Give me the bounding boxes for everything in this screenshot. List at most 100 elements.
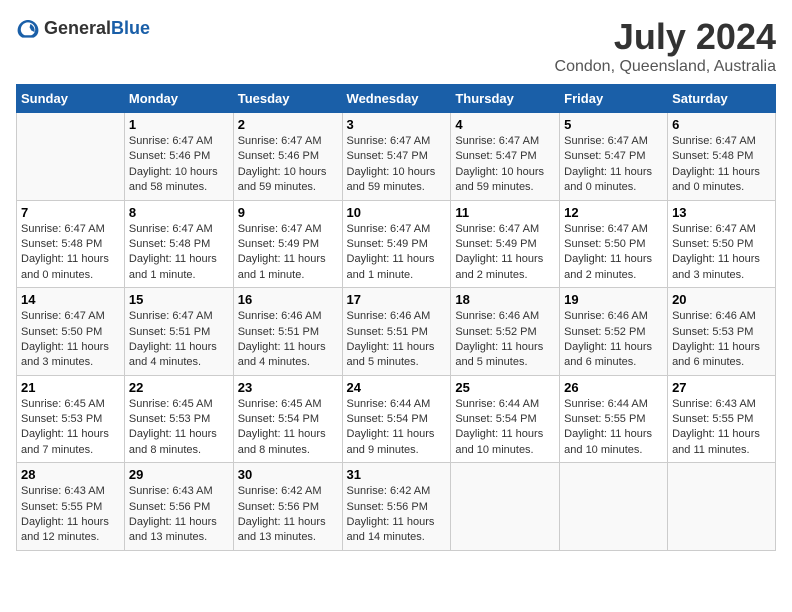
day-info: Sunrise: 6:47 AMSunset: 5:49 PMDaylight:… xyxy=(455,222,555,284)
logo-icon xyxy=(16,16,40,40)
calendar-day-cell: 21Sunrise: 6:45 AMSunset: 5:53 PMDayligh… xyxy=(17,375,125,463)
day-number: 21 xyxy=(21,380,120,395)
day-info: Sunrise: 6:47 AMSunset: 5:47 PMDaylight:… xyxy=(347,134,447,196)
day-info: Sunrise: 6:43 AMSunset: 5:56 PMDaylight:… xyxy=(129,484,229,546)
subtitle: Condon, Queensland, Australia xyxy=(555,58,776,76)
day-info: Sunrise: 6:47 AMSunset: 5:51 PMDaylight:… xyxy=(129,309,229,371)
calendar-day-cell: 22Sunrise: 6:45 AMSunset: 5:53 PMDayligh… xyxy=(124,375,233,463)
day-info: Sunrise: 6:47 AMSunset: 5:49 PMDaylight:… xyxy=(347,222,447,284)
day-number: 7 xyxy=(21,205,120,220)
calendar-day-cell: 31 Sunrise: 6:42 AMSunset: 5:56 PMDayligh… xyxy=(342,463,451,551)
day-info: Sunrise: 6:42 AMSunset: 5:56 PMDaylight:… xyxy=(347,484,447,546)
calendar-week-row: 21Sunrise: 6:45 AMSunset: 5:53 PMDayligh… xyxy=(17,375,776,463)
day-number: 3 xyxy=(347,117,447,132)
calendar-day-cell xyxy=(451,463,560,551)
day-info: Sunrise: 6:44 AMSunset: 5:54 PMDaylight:… xyxy=(347,397,447,459)
day-number: 24 xyxy=(347,380,447,395)
day-number: 26 xyxy=(564,380,663,395)
calendar-day-cell: 26 Sunrise: 6:44 AMSunset: 5:55 PMDayligh… xyxy=(560,375,668,463)
page-header: GeneralBlue July 2024 Condon, Queensland… xyxy=(16,16,776,76)
calendar-day-cell: 16 Sunrise: 6:46 AMSunset: 5:51 PMDayligh… xyxy=(233,288,342,376)
calendar-day-cell: 18 Sunrise: 6:46 AMSunset: 5:52 PMDayligh… xyxy=(451,288,560,376)
day-number: 9 xyxy=(238,205,338,220)
day-info: Sunrise: 6:47 AMSunset: 5:50 PMDaylight:… xyxy=(21,309,120,371)
weekday-header-cell: Thursday xyxy=(451,85,560,113)
day-info: Sunrise: 6:47 AMSunset: 5:46 PMDaylight:… xyxy=(238,134,338,196)
weekday-header-cell: Sunday xyxy=(17,85,125,113)
day-info: Sunrise: 6:47 AMSunset: 5:48 PMDaylight:… xyxy=(21,222,120,284)
calendar-day-cell: 17 Sunrise: 6:46 AMSunset: 5:51 PMDayligh… xyxy=(342,288,451,376)
day-number: 27 xyxy=(672,380,771,395)
day-info: Sunrise: 6:46 AMSunset: 5:51 PMDaylight:… xyxy=(347,309,447,371)
calendar-day-cell: 24 Sunrise: 6:44 AMSunset: 5:54 PMDayligh… xyxy=(342,375,451,463)
calendar-day-cell: 6 Sunrise: 6:47 AMSunset: 5:48 PMDaylight… xyxy=(668,113,776,201)
day-number: 20 xyxy=(672,292,771,307)
calendar-day-cell: 8 Sunrise: 6:47 AMSunset: 5:48 PMDaylight… xyxy=(124,200,233,288)
calendar-day-cell xyxy=(668,463,776,551)
day-number: 23 xyxy=(238,380,338,395)
calendar-day-cell: 29 Sunrise: 6:43 AMSunset: 5:56 PMDayligh… xyxy=(124,463,233,551)
day-info: Sunrise: 6:42 AMSunset: 5:56 PMDaylight:… xyxy=(238,484,338,546)
day-info: Sunrise: 6:47 AMSunset: 5:47 PMDaylight:… xyxy=(455,134,555,196)
calendar-day-cell: 10 Sunrise: 6:47 AMSunset: 5:49 PMDayligh… xyxy=(342,200,451,288)
day-info: Sunrise: 6:47 AMSunset: 5:48 PMDaylight:… xyxy=(672,134,771,196)
calendar-day-cell: 3 Sunrise: 6:47 AMSunset: 5:47 PMDaylight… xyxy=(342,113,451,201)
calendar-day-cell: 30 Sunrise: 6:42 AMSunset: 5:56 PMDayligh… xyxy=(233,463,342,551)
day-number: 16 xyxy=(238,292,338,307)
day-info: Sunrise: 6:47 AMSunset: 5:46 PMDaylight:… xyxy=(129,134,229,196)
day-number: 6 xyxy=(672,117,771,132)
calendar-day-cell xyxy=(17,113,125,201)
day-number: 8 xyxy=(129,205,229,220)
day-info: Sunrise: 6:44 AMSunset: 5:55 PMDaylight:… xyxy=(564,397,663,459)
calendar-day-cell: 12 Sunrise: 6:47 AMSunset: 5:50 PMDayligh… xyxy=(560,200,668,288)
calendar-body: 1 Sunrise: 6:47 AMSunset: 5:46 PMDaylight… xyxy=(17,113,776,551)
day-number: 30 xyxy=(238,467,338,482)
day-number: 13 xyxy=(672,205,771,220)
calendar-day-cell: 5 Sunrise: 6:47 AMSunset: 5:47 PMDaylight… xyxy=(560,113,668,201)
calendar-week-row: 7 Sunrise: 6:47 AMSunset: 5:48 PMDaylight… xyxy=(17,200,776,288)
day-number: 19 xyxy=(564,292,663,307)
calendar-day-cell: 27Sunrise: 6:43 AMSunset: 5:55 PMDayligh… xyxy=(668,375,776,463)
day-info: Sunrise: 6:43 AMSunset: 5:55 PMDaylight:… xyxy=(21,484,120,546)
day-number: 17 xyxy=(347,292,447,307)
day-number: 10 xyxy=(347,205,447,220)
day-info: Sunrise: 6:47 AMSunset: 5:48 PMDaylight:… xyxy=(129,222,229,284)
calendar-day-cell: 1 Sunrise: 6:47 AMSunset: 5:46 PMDaylight… xyxy=(124,113,233,201)
day-number: 2 xyxy=(238,117,338,132)
calendar-day-cell: 11Sunrise: 6:47 AMSunset: 5:49 PMDayligh… xyxy=(451,200,560,288)
day-info: Sunrise: 6:46 AMSunset: 5:52 PMDaylight:… xyxy=(455,309,555,371)
calendar-day-cell: 13 Sunrise: 6:47 AMSunset: 5:50 PMDayligh… xyxy=(668,200,776,288)
weekday-header-cell: Tuesday xyxy=(233,85,342,113)
calendar-day-cell xyxy=(560,463,668,551)
day-number: 28 xyxy=(21,467,120,482)
day-number: 14 xyxy=(21,292,120,307)
title-block: July 2024 Condon, Queensland, Australia xyxy=(555,16,776,76)
day-info: Sunrise: 6:47 AMSunset: 5:49 PMDaylight:… xyxy=(238,222,338,284)
day-info: Sunrise: 6:47 AMSunset: 5:47 PMDaylight:… xyxy=(564,134,663,196)
weekday-header-cell: Wednesday xyxy=(342,85,451,113)
day-number: 31 xyxy=(347,467,447,482)
calendar-week-row: 1 Sunrise: 6:47 AMSunset: 5:46 PMDaylight… xyxy=(17,113,776,201)
day-number: 18 xyxy=(455,292,555,307)
calendar-day-cell: 2 Sunrise: 6:47 AMSunset: 5:46 PMDaylight… xyxy=(233,113,342,201)
day-number: 29 xyxy=(129,467,229,482)
weekday-header-cell: Monday xyxy=(124,85,233,113)
weekday-header-cell: Friday xyxy=(560,85,668,113)
day-info: Sunrise: 6:46 AMSunset: 5:51 PMDaylight:… xyxy=(238,309,338,371)
day-info: Sunrise: 6:47 AMSunset: 5:50 PMDaylight:… xyxy=(564,222,663,284)
day-number: 5 xyxy=(564,117,663,132)
day-number: 25 xyxy=(455,380,555,395)
calendar-day-cell: 14 Sunrise: 6:47 AMSunset: 5:50 PMDayligh… xyxy=(17,288,125,376)
day-info: Sunrise: 6:47 AMSunset: 5:50 PMDaylight:… xyxy=(672,222,771,284)
day-info: Sunrise: 6:46 AMSunset: 5:53 PMDaylight:… xyxy=(672,309,771,371)
day-number: 1 xyxy=(129,117,229,132)
calendar-day-cell: 20 Sunrise: 6:46 AMSunset: 5:53 PMDayligh… xyxy=(668,288,776,376)
main-title: July 2024 xyxy=(555,16,776,58)
logo-text: GeneralBlue xyxy=(44,18,150,39)
calendar-day-cell: 7 Sunrise: 6:47 AMSunset: 5:48 PMDaylight… xyxy=(17,200,125,288)
day-number: 22 xyxy=(129,380,229,395)
calendar-day-cell: 15 Sunrise: 6:47 AMSunset: 5:51 PMDayligh… xyxy=(124,288,233,376)
day-number: 15 xyxy=(129,292,229,307)
day-number: 12 xyxy=(564,205,663,220)
day-info: Sunrise: 6:46 AMSunset: 5:52 PMDaylight:… xyxy=(564,309,663,371)
